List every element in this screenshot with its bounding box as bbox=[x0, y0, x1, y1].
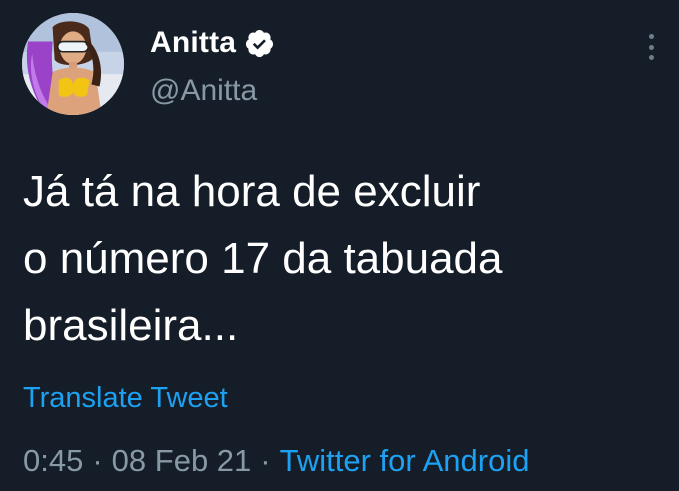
more-dot bbox=[648, 34, 654, 39]
tweet-source-link[interactable]: Twitter for Android bbox=[280, 443, 530, 479]
author-handle[interactable]: @Anitta bbox=[150, 74, 257, 108]
tweet-date[interactable]: 08 Feb 21 bbox=[112, 443, 252, 479]
tweet-meta: 0:45 · 08 Feb 21 · Twitter for Android bbox=[23, 441, 529, 481]
meta-separator: · bbox=[92, 443, 103, 478]
display-name[interactable]: Anitta bbox=[150, 26, 236, 60]
author-name-row[interactable]: Anitta bbox=[150, 24, 275, 62]
meta-separator: · bbox=[260, 443, 271, 478]
translate-tweet-link[interactable]: Translate Tweet bbox=[23, 382, 228, 415]
more-vertical-icon[interactable] bbox=[640, 30, 662, 64]
avatar[interactable] bbox=[22, 13, 124, 115]
verified-badge-icon bbox=[244, 28, 275, 59]
more-dot bbox=[648, 44, 654, 50]
tweet-card: Anitta @Anitta Já tá na hora de excluir … bbox=[0, 0, 679, 491]
tweet-time[interactable]: 0:45 bbox=[23, 443, 83, 479]
more-dot bbox=[648, 55, 654, 60]
profile-photo bbox=[22, 13, 124, 115]
tweet-text: Já tá na hora de excluir o número 17 da … bbox=[23, 167, 503, 350]
